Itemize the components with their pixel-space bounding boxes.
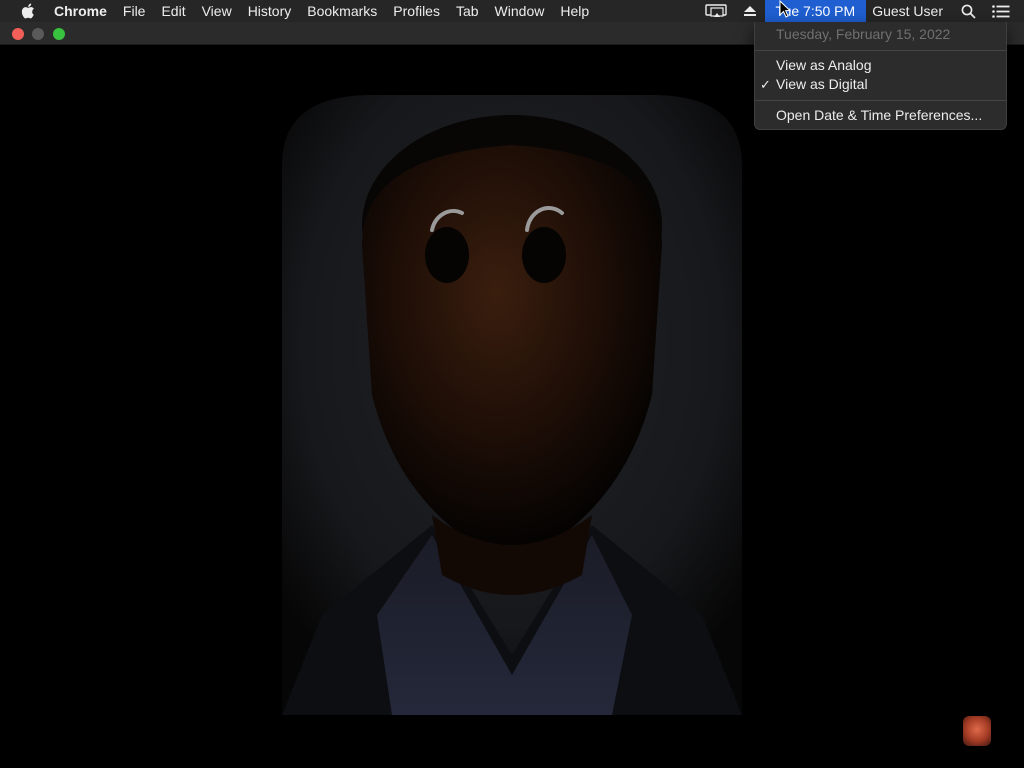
menu-separator [755, 50, 1006, 51]
menu-profiles[interactable]: Profiles [385, 0, 448, 22]
menu-history[interactable]: History [240, 0, 300, 22]
menu-item-view-analog[interactable]: View as Analog [755, 56, 1006, 75]
menu-item-view-digital[interactable]: ✓ View as Digital [755, 75, 1006, 94]
menu-edit[interactable]: Edit [153, 0, 193, 22]
apple-icon[interactable] [20, 0, 36, 22]
menu-bar-left: Chrome File Edit View History Bookmarks … [0, 0, 597, 22]
menu-item-date-time-preferences[interactable]: Open Date & Time Preferences... [755, 106, 1006, 125]
menu-separator [755, 100, 1006, 101]
menu-tab[interactable]: Tab [448, 0, 487, 22]
menu-bar-status: Tue 7:50 PM Guest User [697, 0, 1024, 22]
clock-dropdown-menu: Tuesday, February 15, 2022 View as Analo… [754, 22, 1007, 130]
screen: Chrome File Edit View History Bookmarks … [0, 0, 1024, 768]
menu-app-chrome[interactable]: Chrome [46, 0, 115, 22]
fast-user-switch[interactable]: Guest User [866, 0, 953, 22]
dark-portrait-image [282, 95, 742, 715]
menu-file[interactable]: File [115, 0, 154, 22]
search-icon[interactable] [953, 0, 984, 22]
window-minimize-button[interactable] [32, 28, 44, 40]
mouse-pointer-icon [779, 0, 791, 18]
menu-view[interactable]: View [194, 0, 240, 22]
clock-menu-date: Tuesday, February 15, 2022 [776, 26, 951, 42]
video-content[interactable] [0, 45, 1024, 768]
menu-help[interactable]: Help [552, 0, 597, 22]
menu-bar: Chrome File Edit View History Bookmarks … [0, 0, 1024, 22]
picture-in-picture-thumbnail[interactable] [963, 716, 991, 746]
notification-list-icon[interactable] [984, 0, 1024, 22]
eject-icon[interactable] [735, 0, 765, 22]
airplay-icon[interactable] [697, 0, 735, 22]
menu-bookmarks[interactable]: Bookmarks [299, 0, 385, 22]
checkmark-icon: ✓ [760, 77, 771, 92]
menu-window[interactable]: Window [487, 0, 553, 22]
window-zoom-button[interactable] [53, 28, 65, 40]
window-close-button[interactable] [12, 28, 24, 40]
